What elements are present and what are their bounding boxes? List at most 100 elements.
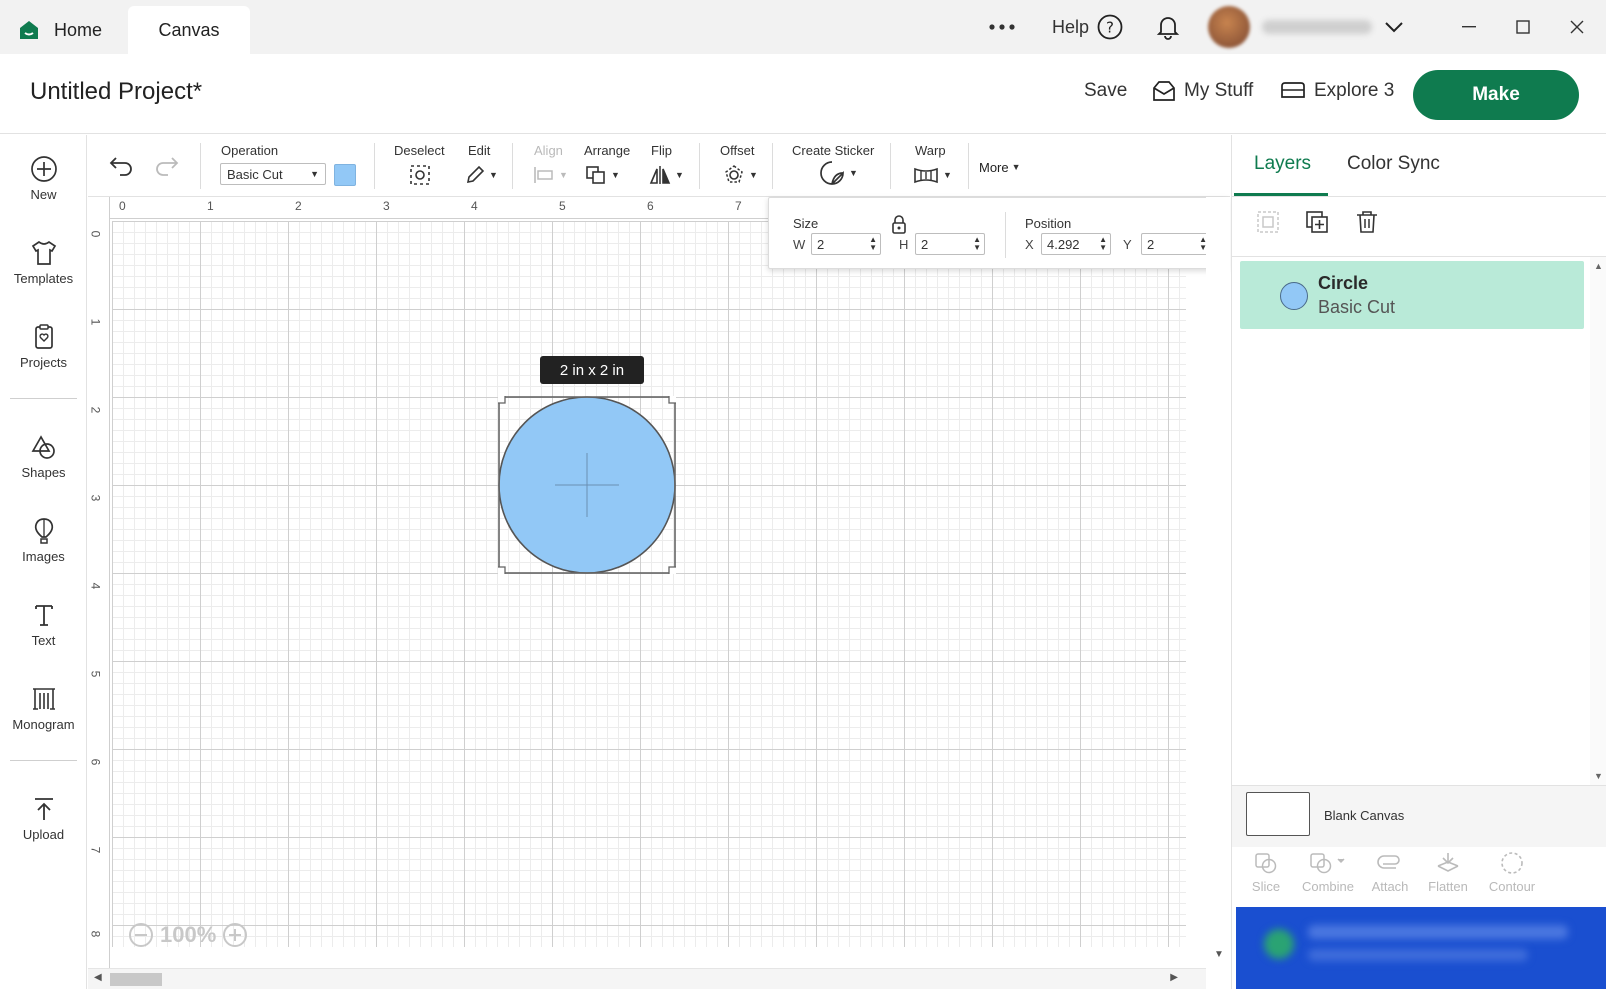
- caret-down-icon: ▼: [675, 170, 684, 180]
- help-button[interactable]: Help ?: [1052, 0, 1123, 54]
- tab-home[interactable]: Home: [18, 6, 128, 54]
- shapes-icon: [31, 435, 55, 459]
- spinner-icon[interactable]: ▲ ▼: [1099, 236, 1107, 252]
- paperclip-icon: [1377, 855, 1400, 869]
- ruler-tick-label: 3: [88, 494, 103, 502]
- layers-scrollbar[interactable]: ▲ ▼: [1590, 257, 1606, 785]
- layer-item-circle[interactable]: Circle Basic Cut: [1240, 261, 1584, 329]
- attach-button[interactable]: Attach: [1360, 851, 1420, 894]
- resize-handle[interactable]: [498, 396, 506, 404]
- vertical-scrollbar[interactable]: ▼: [1206, 197, 1230, 989]
- notifications-button[interactable]: [1156, 0, 1180, 54]
- scroll-left-icon[interactable]: ◀: [94, 972, 102, 983]
- caret-down-icon: ▼: [749, 170, 758, 180]
- flip-button[interactable]: ▼: [648, 163, 684, 187]
- caret-down-icon: ▼: [611, 170, 620, 180]
- x-position-input[interactable]: 4.292 ▲ ▼: [1041, 233, 1111, 255]
- sidebar-item-monogram[interactable]: Monogram: [0, 685, 87, 732]
- account-menu[interactable]: [1208, 0, 1404, 54]
- resize-handle[interactable]: [668, 396, 676, 404]
- operation-value: Basic Cut: [227, 167, 283, 182]
- canvas-grid[interactable]: [112, 221, 1186, 947]
- resize-handle[interactable]: [668, 566, 676, 574]
- machine-status-banner[interactable]: [1236, 907, 1606, 989]
- sidebar-item-text[interactable]: Text: [0, 601, 87, 648]
- height-value: 2: [921, 237, 929, 252]
- undo-button[interactable]: [108, 153, 134, 177]
- ruler-tick-label: 4: [88, 582, 103, 590]
- combine-icon: [1310, 853, 1345, 874]
- scroll-down-icon[interactable]: ▼: [1594, 771, 1603, 781]
- offset-button[interactable]: ▼: [722, 163, 758, 187]
- combine-button[interactable]: Combine: [1298, 851, 1358, 894]
- more-options-button[interactable]: [988, 0, 1016, 54]
- ruler-tick-label: 3: [383, 199, 390, 213]
- y-position-input[interactable]: 2 ▲ ▼: [1141, 233, 1211, 255]
- ellipsis-icon: [989, 24, 1015, 30]
- create-sticker-button[interactable]: ▼: [818, 161, 858, 185]
- flatten-button[interactable]: Flatten: [1418, 851, 1478, 894]
- y-value: 2: [1147, 237, 1155, 252]
- sidebar-item-new[interactable]: New: [0, 155, 87, 202]
- trash-icon[interactable]: [1354, 209, 1380, 235]
- scroll-right-icon[interactable]: ▶: [1170, 972, 1178, 983]
- redo-icon: [156, 157, 179, 176]
- design-canvas[interactable]: 0 1 2 3 4 5 6 7 0 1 2 3 4 5 6 7 8: [88, 197, 1230, 989]
- selected-circle-shape[interactable]: [498, 396, 676, 574]
- zoom-in-icon[interactable]: [222, 922, 248, 948]
- sidebar-item-upload[interactable]: Upload: [0, 795, 87, 842]
- operation-label: Operation: [221, 143, 279, 158]
- make-button[interactable]: Make: [1413, 70, 1579, 120]
- avatar: [1208, 6, 1250, 48]
- scrollbar-thumb[interactable]: [110, 973, 162, 986]
- x-label: X: [1025, 237, 1034, 252]
- sidebar-divider: [10, 398, 77, 399]
- zoom-out-icon[interactable]: [128, 922, 154, 948]
- tab-layers[interactable]: Layers: [1254, 153, 1311, 175]
- align-button[interactable]: ▼: [532, 163, 568, 187]
- plus-circle-icon: [30, 156, 57, 182]
- sidebar-item-shapes[interactable]: Shapes: [0, 433, 87, 480]
- save-button[interactable]: Save: [1084, 80, 1127, 102]
- deselect-button[interactable]: [408, 163, 432, 187]
- maximize-button[interactable]: [1516, 0, 1530, 54]
- tab-canvas[interactable]: Canvas: [128, 6, 250, 54]
- operation-color-swatch[interactable]: [334, 164, 356, 186]
- zoom-level: 100%: [160, 922, 217, 947]
- more-button[interactable]: More ▼: [979, 155, 1021, 179]
- sidebar-item-projects[interactable]: Projects: [0, 323, 87, 370]
- duplicate-icon[interactable]: [1304, 209, 1330, 235]
- tab-color-sync[interactable]: Color Sync: [1347, 153, 1440, 175]
- close-window-button[interactable]: [1570, 0, 1584, 54]
- sidebar-item-images[interactable]: Images: [0, 517, 87, 564]
- contour-button[interactable]: Contour: [1482, 851, 1542, 894]
- horizontal-scrollbar[interactable]: ◀ ▶: [88, 968, 1206, 989]
- lock-aspect-icon[interactable]: [889, 214, 909, 236]
- spinner-icon[interactable]: ▲ ▼: [869, 236, 877, 252]
- scroll-up-icon[interactable]: ▲: [1594, 261, 1603, 271]
- my-stuff-button[interactable]: My Stuff: [1152, 80, 1253, 102]
- ruler-tick-label: 2: [295, 199, 302, 213]
- group-icon[interactable]: [1255, 209, 1281, 235]
- resize-handle[interactable]: [498, 566, 506, 574]
- sidebar-item-templates[interactable]: Templates: [0, 239, 87, 286]
- blank-canvas-row[interactable]: Blank Canvas: [1232, 785, 1606, 847]
- flatten-icon: [1437, 853, 1459, 872]
- operation-select[interactable]: Basic Cut ▼: [220, 163, 326, 185]
- slice-button[interactable]: Slice: [1236, 851, 1296, 894]
- edit-button[interactable]: ▼: [464, 163, 498, 187]
- arrange-button[interactable]: ▼: [584, 163, 620, 187]
- ruler-tick-label: 7: [88, 846, 103, 854]
- minimize-button[interactable]: [1462, 0, 1476, 54]
- project-title[interactable]: Untitled Project*: [30, 78, 202, 106]
- position-label: Position: [1025, 216, 1072, 231]
- layer-tools-bar: Slice Combine Attach Flatten Contour: [1232, 847, 1606, 903]
- width-input[interactable]: 2 ▲ ▼: [811, 233, 881, 255]
- height-input[interactable]: 2 ▲ ▼: [915, 233, 985, 255]
- spinner-icon[interactable]: ▲ ▼: [973, 236, 981, 252]
- blank-canvas-thumbnail[interactable]: [1246, 792, 1310, 836]
- machine-select-button[interactable]: Explore 3: [1280, 80, 1394, 102]
- scroll-down-icon[interactable]: ▼: [1214, 949, 1224, 960]
- warp-button[interactable]: ▼: [912, 163, 952, 187]
- redo-button[interactable]: [154, 153, 180, 177]
